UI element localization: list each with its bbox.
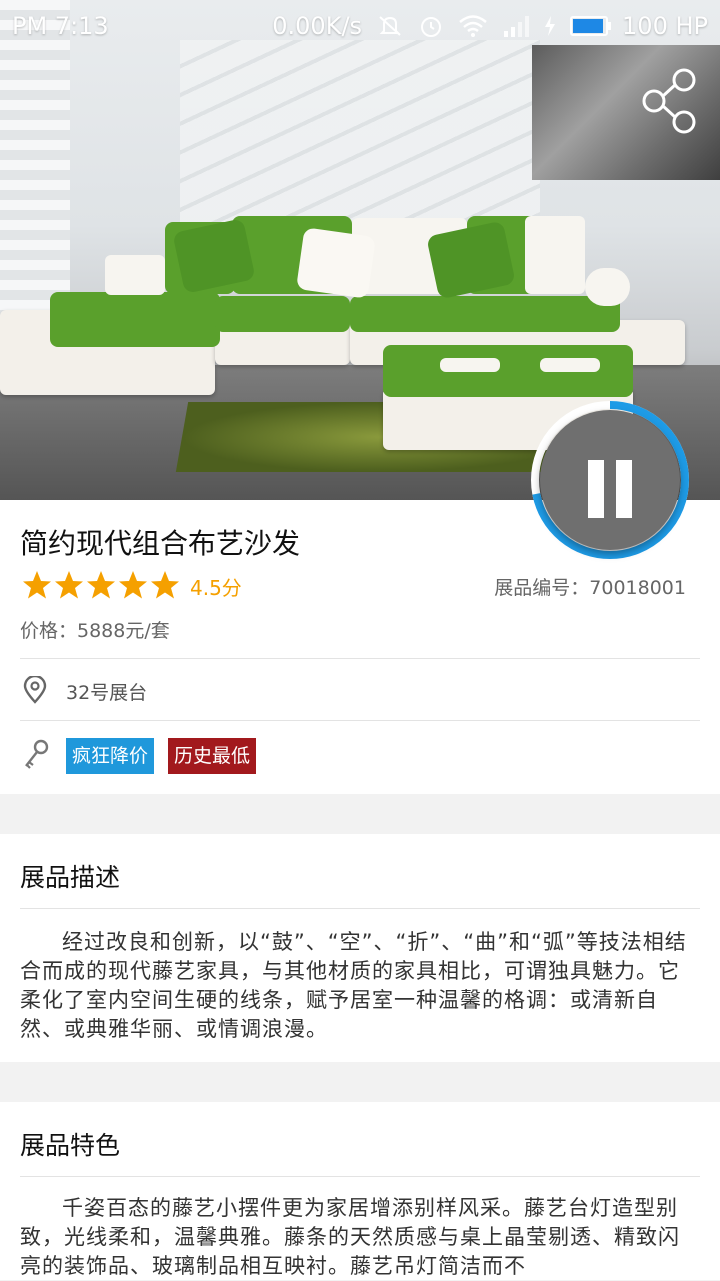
network-speed: 0.00K/s (272, 12, 363, 40)
description-heading: 展品描述 (20, 863, 121, 892)
description-text: 经过改良和创新，以“鼓”、“空”、“折”、“曲”和“弧”等技法相结合而成的现代藤… (20, 930, 687, 1041)
star-icon (23, 571, 51, 599)
sofa-seat (350, 296, 620, 332)
share-icon[interactable] (640, 66, 700, 136)
features-heading: 展品特色 (20, 1131, 121, 1160)
features-text: 千姿百态的藤艺小摆件更为家居增添别样风采。藤艺台灯造型别致，光线柔和，温馨典雅。… (20, 1196, 680, 1278)
rating-score: 4.5分 (190, 576, 242, 600)
sofa-seat (50, 292, 220, 347)
sofa-seat (215, 296, 350, 332)
ottoman-stripe (540, 358, 600, 372)
sofa-back-cushion (105, 255, 165, 295)
product-title: 简约现代组合布艺沙发 (20, 527, 301, 560)
booth-location: 32号展台 (66, 682, 148, 704)
status-time: PM 7:13 (12, 12, 109, 40)
star-icon (151, 571, 179, 599)
rating-stars (22, 570, 180, 600)
mute-icon (379, 16, 401, 36)
sofa-bolster (585, 268, 630, 306)
star-icon (55, 571, 83, 599)
wifi-icon (459, 15, 487, 37)
alarm-icon (421, 17, 442, 37)
status-bar: PM 7:13 0.00K/s 100 HP (0, 0, 720, 50)
key-icon (25, 739, 49, 769)
divider (20, 658, 700, 659)
product-price: 价格：5888元/套 (20, 620, 170, 642)
tag-lowest-price: 历史最低 (168, 738, 257, 774)
star-icon (87, 571, 115, 599)
charging-icon (545, 16, 556, 36)
pillow (296, 227, 376, 299)
location-pin-icon (23, 676, 47, 704)
divider (20, 720, 700, 721)
product-code: 展品编号：70018001 (494, 577, 686, 599)
divider (20, 908, 700, 909)
staircase (180, 40, 540, 240)
signal-icon (504, 16, 530, 37)
sofa-back-cushion (525, 216, 585, 294)
battery-label: 100 HP (622, 12, 708, 40)
audio-pause-button[interactable] (530, 400, 690, 560)
battery-icon (570, 16, 612, 36)
tag-price-drop: 疯狂降价 (66, 738, 155, 774)
divider (20, 1176, 700, 1177)
ottoman-stripe (440, 358, 500, 372)
star-icon (119, 571, 147, 599)
pause-icon (540, 410, 680, 550)
